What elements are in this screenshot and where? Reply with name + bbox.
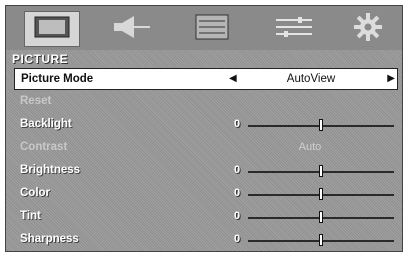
- picture-icon: [34, 16, 70, 43]
- sharpness-slider[interactable]: 0: [224, 229, 396, 251]
- menu-item-sharpness[interactable]: Sharpness 0: [14, 229, 398, 251]
- slider-thumb[interactable]: [319, 119, 323, 131]
- contrast-value: Auto: [298, 141, 322, 153]
- menu-item-label: Reset: [20, 95, 52, 107]
- menu-item-label: Sharpness: [20, 233, 79, 245]
- menu-item-reset[interactable]: Reset: [14, 91, 398, 113]
- slider-thumb[interactable]: [319, 234, 323, 246]
- slider-value: 0: [234, 164, 241, 176]
- slider-thumb[interactable]: [319, 188, 323, 200]
- menu-tab-bar: [6, 6, 402, 50]
- menu-item-tint[interactable]: Tint 0: [14, 206, 398, 228]
- arrow-right-icon[interactable]: ▶: [387, 73, 395, 84]
- menu-item-contrast[interactable]: Contrast Auto: [14, 137, 398, 159]
- picture-mode-selector[interactable]: ◀ AutoView ▶: [225, 69, 397, 91]
- slider-value: 0: [234, 210, 241, 222]
- menu-item-label: Tint: [20, 210, 41, 222]
- tab-picture[interactable]: [24, 11, 80, 47]
- timer-icon: [195, 14, 229, 45]
- picture-mode-value: AutoView: [286, 73, 336, 85]
- slider-thumb[interactable]: [319, 165, 323, 177]
- menu-item-label: Brightness: [20, 164, 81, 176]
- contrast-value-area: Auto: [224, 137, 396, 159]
- menu-item-picture-mode[interactable]: Picture Mode ◀ AutoView ▶: [14, 68, 398, 90]
- tab-settings[interactable]: [266, 11, 322, 47]
- menu-item-color[interactable]: Color 0: [14, 183, 398, 205]
- slider-value: 0: [234, 187, 241, 199]
- menu-item-backlight[interactable]: Backlight 0: [14, 114, 398, 136]
- menu-item-label: Backlight: [20, 118, 72, 130]
- section-title: PICTURE: [12, 52, 69, 66]
- tab-help[interactable]: [340, 11, 396, 47]
- speaker-icon: [112, 14, 152, 45]
- tint-slider[interactable]: 0: [224, 206, 396, 228]
- color-slider[interactable]: 0: [224, 183, 396, 205]
- slider-thumb[interactable]: [319, 211, 323, 223]
- slider-value: 0: [234, 233, 241, 245]
- menu-item-label: Contrast: [20, 141, 68, 153]
- brightness-slider[interactable]: 0: [224, 160, 396, 182]
- menu-item-label: Color: [20, 187, 51, 199]
- gear-icon: [353, 12, 383, 47]
- slider-value: 0: [234, 118, 241, 130]
- backlight-slider[interactable]: 0: [224, 114, 396, 136]
- sliders-icon: [274, 14, 314, 45]
- menu-item-label: Picture Mode: [21, 73, 94, 85]
- tab-timer[interactable]: [184, 11, 240, 47]
- menu-item-brightness[interactable]: Brightness 0: [14, 160, 398, 182]
- tv-menu-screen: PICTURE Picture Mode ◀ AutoView ▶ Reset …: [5, 5, 403, 252]
- tab-audio[interactable]: [104, 11, 160, 47]
